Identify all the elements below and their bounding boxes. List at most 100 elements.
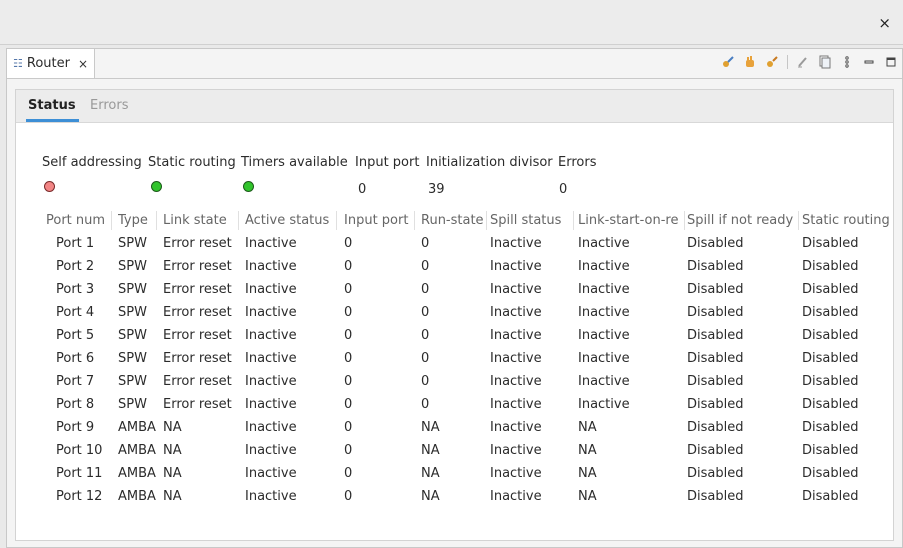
port-table: Port num Type Link state Active status I… xyxy=(18,209,895,508)
column-header-spill-status[interactable]: Spill status xyxy=(490,213,572,228)
self-addressing-label: Self addressing xyxy=(42,155,142,170)
self-addressing-led xyxy=(44,181,55,192)
spill-if-not-ready-cell: Disabled xyxy=(687,236,744,251)
port-num-cell: Port 11 xyxy=(56,466,103,481)
active-status-cell: Inactive xyxy=(245,328,297,343)
router-view: ☷ Router × Status Errors Self addressing… xyxy=(6,48,903,548)
run-state-cell: NA xyxy=(421,489,440,504)
column-header-static-routing[interactable]: Static routing xyxy=(802,213,896,228)
link-start-cell: Inactive xyxy=(578,282,630,297)
type-cell: SPW xyxy=(118,236,147,251)
input-port-value: 0 xyxy=(358,182,367,197)
port-num-cell: Port 6 xyxy=(56,351,95,366)
table-row[interactable]: Port 9 AMBA NA Inactive 0 NA Inactive NA Disable… xyxy=(18,416,895,439)
tab-close-icon[interactable]: × xyxy=(78,57,88,71)
link-state-cell: Error reset xyxy=(163,305,232,320)
link-start-cell: Inactive xyxy=(578,236,630,251)
table-row[interactable]: Port 1 SPW Error reset Inactive 0 0 Inactive In… xyxy=(18,232,895,255)
static-routing-cell: Disabled xyxy=(802,259,859,274)
port-num-cell: Port 10 xyxy=(56,443,103,458)
spill-status-cell: Inactive xyxy=(490,420,542,435)
clear-icon[interactable] xyxy=(796,55,810,69)
tab-errors[interactable]: Errors xyxy=(90,98,128,113)
input-port-cell: 0 xyxy=(344,259,353,274)
table-row[interactable]: Port 8 SPW Error reset Inactive 0 0 Inactive In… xyxy=(18,393,895,416)
more-vertical-icon[interactable] xyxy=(840,55,854,69)
spill-status-cell: Inactive xyxy=(490,282,542,297)
link-start-cell: Inactive xyxy=(578,259,630,274)
link-start-cell: Inactive xyxy=(578,374,630,389)
column-header-active-status[interactable]: Active status xyxy=(245,213,337,228)
port-num-cell: Port 5 xyxy=(56,328,95,343)
router-panel: Status Errors Self addressing Static rou… xyxy=(15,89,894,541)
link-state-cell: Error reset xyxy=(163,259,232,274)
input-port-cell: 0 xyxy=(344,236,353,251)
minimize-icon[interactable] xyxy=(862,55,876,69)
input-port-cell: 0 xyxy=(344,328,353,343)
maximize-icon[interactable] xyxy=(884,55,898,69)
active-status-cell: Inactive xyxy=(245,397,297,412)
type-cell: SPW xyxy=(118,397,147,412)
type-cell: SPW xyxy=(118,328,147,343)
table-row[interactable]: Port 7 SPW Error reset Inactive 0 0 Inactive In… xyxy=(18,370,895,393)
spill-status-cell: Inactive xyxy=(490,374,542,389)
static-routing-led xyxy=(151,181,162,192)
port-num-cell: Port 8 xyxy=(56,397,95,412)
tab-status[interactable]: Status xyxy=(28,98,76,113)
static-routing-cell: Disabled xyxy=(802,236,859,251)
table-row[interactable]: Port 3 SPW Error reset Inactive 0 0 Inactive In… xyxy=(18,278,895,301)
port-num-cell: Port 2 xyxy=(56,259,95,274)
type-cell: SPW xyxy=(118,305,147,320)
run-state-cell: 0 xyxy=(421,328,430,343)
column-header-port-num[interactable]: Port num xyxy=(46,213,108,228)
active-status-cell: Inactive xyxy=(245,374,297,389)
tab-router[interactable]: ☷ Router × xyxy=(7,49,95,78)
table-row[interactable]: Port 12 AMBA NA Inactive 0 NA Inactive NA Disabl… xyxy=(18,485,895,508)
spill-status-cell: Inactive xyxy=(490,236,542,251)
static-routing-cell: Disabled xyxy=(802,489,859,504)
input-port-cell: 0 xyxy=(344,397,353,412)
toolbar-separator xyxy=(787,55,788,69)
link-state-cell: NA xyxy=(163,489,182,504)
link-state-cell: Error reset xyxy=(163,374,232,389)
input-port-label: Input port xyxy=(355,155,420,170)
column-separator xyxy=(238,211,239,230)
link-start-cell: NA xyxy=(578,420,597,435)
copy-icon[interactable] xyxy=(818,55,832,69)
table-row[interactable]: Port 11 AMBA NA Inactive 0 NA Inactive NA Disabl… xyxy=(18,462,895,485)
spill-if-not-ready-cell: Disabled xyxy=(687,305,744,320)
run-state-cell: 0 xyxy=(421,236,430,251)
spill-if-not-ready-cell: Disabled xyxy=(687,489,744,504)
close-window-icon[interactable]: × xyxy=(878,14,891,32)
spill-status-cell: Inactive xyxy=(490,351,542,366)
disconnect-icon[interactable] xyxy=(765,55,779,69)
column-separator xyxy=(156,211,157,230)
column-header-link-state[interactable]: Link state xyxy=(163,213,237,228)
column-header-input-port[interactable]: Input port xyxy=(344,213,412,228)
column-header-type[interactable]: Type xyxy=(118,213,154,228)
port-num-cell: Port 9 xyxy=(56,420,95,435)
run-state-cell: 0 xyxy=(421,351,430,366)
type-cell: SPW xyxy=(118,282,147,297)
run-state-cell: 0 xyxy=(421,397,430,412)
connect-icon[interactable] xyxy=(721,55,735,69)
table-row[interactable]: Port 10 AMBA NA Inactive 0 NA Inactive NA Disabl… xyxy=(18,439,895,462)
static-routing-cell: Disabled xyxy=(802,351,859,366)
static-routing-cell: Disabled xyxy=(802,397,859,412)
column-separator xyxy=(486,211,487,230)
spill-status-cell: Inactive xyxy=(490,443,542,458)
active-status-cell: Inactive xyxy=(245,259,297,274)
table-row[interactable]: Port 5 SPW Error reset Inactive 0 0 Inactive In… xyxy=(18,324,895,347)
column-header-run-state[interactable]: Run-state xyxy=(421,213,489,228)
type-cell: AMBA xyxy=(118,466,156,481)
hand-icon[interactable] xyxy=(743,55,757,69)
table-row[interactable]: Port 4 SPW Error reset Inactive 0 0 Inactive In… xyxy=(18,301,895,324)
table-row[interactable]: Port 6 SPW Error reset Inactive 0 0 Inactive In… xyxy=(18,347,895,370)
static-routing-cell: Disabled xyxy=(802,305,859,320)
column-header-link-start-on-request[interactable]: Link-start-on-re xyxy=(578,213,684,228)
timers-available-led xyxy=(243,181,254,192)
active-status-cell: Inactive xyxy=(245,420,297,435)
table-row[interactable]: Port 2 SPW Error reset Inactive 0 0 Inactive In… xyxy=(18,255,895,278)
column-header-spill-if-not-ready[interactable]: Spill if not ready xyxy=(687,213,797,228)
link-start-cell: NA xyxy=(578,443,597,458)
